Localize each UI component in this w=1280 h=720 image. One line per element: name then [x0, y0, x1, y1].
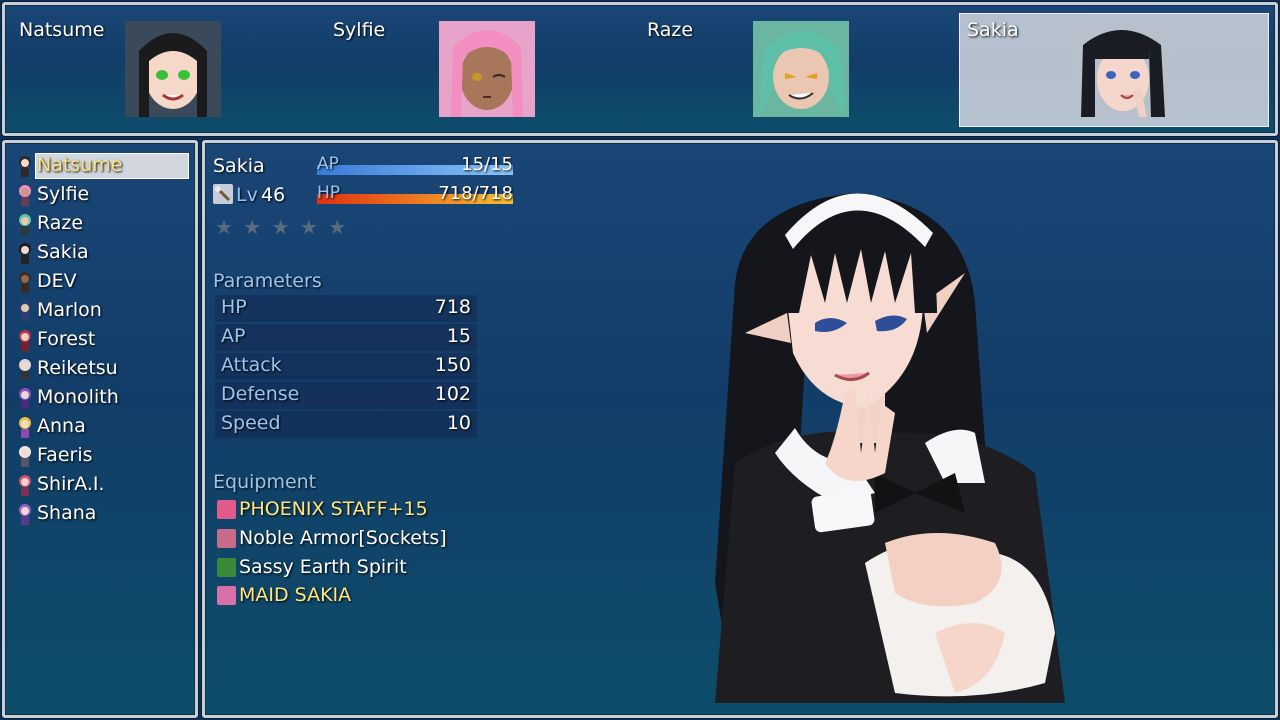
party-slot-sakia[interactable]: Sakia: [959, 13, 1269, 127]
parameters-title: Parameters: [213, 270, 322, 292]
param-value: 102: [434, 383, 471, 405]
param-label: AP: [221, 325, 246, 347]
param-value: 718: [434, 296, 471, 318]
param-value: 10: [446, 412, 471, 434]
face-portrait-sakia: [1073, 21, 1169, 117]
monolith-sprite-icon: [19, 388, 31, 409]
raze-sprite-icon: [19, 214, 31, 235]
ap-label: AP: [317, 154, 339, 174]
equipment-title: Equipment: [213, 471, 317, 493]
faeris-sprite-icon: [19, 446, 31, 467]
party-name: Raze: [647, 19, 694, 41]
party-name: Natsume: [19, 19, 105, 41]
equip-name: Sassy Earth Spirit: [239, 556, 407, 578]
armor-icon: [217, 529, 236, 548]
ap-gauge: AP 15/15: [317, 154, 513, 177]
character-list-window: Natsume Sylfie Raze Sakia DEV Marlon For…: [2, 140, 198, 718]
param-value: 15: [446, 325, 471, 347]
dev-sprite-icon: [19, 272, 31, 293]
character-bust-portrait: [715, 193, 1065, 703]
list-item-forest[interactable]: Forest: [13, 327, 191, 353]
party-slot-natsume[interactable]: Natsume: [11, 13, 321, 127]
list-item-label: Anna: [37, 415, 86, 437]
param-value: 150: [434, 354, 471, 376]
list-item-label: Sylfie: [37, 183, 90, 205]
param-label: Speed: [221, 412, 281, 434]
list-item-sylfie[interactable]: Sylfie: [13, 182, 191, 208]
list-item-label: Monolith: [37, 386, 119, 408]
param-row-hp: HP 718: [215, 295, 477, 322]
list-item-shana[interactable]: Shana: [13, 501, 191, 527]
list-item-label: DEV: [37, 270, 77, 292]
star-icon: ★: [243, 215, 264, 239]
party-name: Sylfie: [333, 19, 386, 41]
status-window: Sakia AP 15/15 Lv 46 HP 718/718 ★ ★ ★ ★ …: [202, 140, 1278, 718]
list-item-label: Marlon: [37, 299, 102, 321]
list-item-natsume[interactable]: Natsume: [13, 153, 191, 179]
star-icon: ★: [328, 215, 349, 239]
forest-sprite-icon: [19, 330, 31, 351]
party-slot-raze[interactable]: Raze: [639, 13, 949, 127]
star-icon: ★: [215, 215, 235, 239]
param-row-attack: Attack 150: [215, 353, 477, 380]
staff-icon: [217, 500, 236, 519]
staff-class-icon: [213, 184, 233, 204]
star-icon: ★: [299, 215, 320, 239]
outfit-icon: [217, 586, 236, 605]
list-item-sakia[interactable]: Sakia: [13, 240, 191, 266]
ap-value: 15/15: [461, 154, 513, 175]
face-portrait-raze: [753, 21, 849, 117]
param-label: HP: [221, 296, 247, 318]
list-item-shirai[interactable]: ShirA.I.: [13, 472, 191, 498]
face-portrait-natsume: [125, 21, 221, 117]
list-item-reiketsu[interactable]: Reiketsu: [13, 356, 191, 382]
list-item-label: Shana: [37, 502, 97, 524]
party-name: Sakia: [967, 19, 1019, 41]
rank-stars: ★ ★ ★ ★ ★: [215, 215, 348, 239]
param-row-speed: Speed 10: [215, 411, 477, 438]
param-row-ap: AP 15: [215, 324, 477, 351]
hp-gauge: HP 718/718: [317, 183, 513, 206]
star-icon: ★: [271, 215, 292, 239]
list-item-label: ShirA.I.: [37, 473, 105, 495]
sakia-sprite-icon: [19, 243, 31, 264]
equip-name: PHOENIX STAFF+15: [239, 498, 428, 520]
list-item-label: Raze: [37, 212, 84, 234]
list-item-label: Faeris: [37, 444, 93, 466]
list-item-faeris[interactable]: Faeris: [13, 443, 191, 469]
party-window: Natsume Sylfie Raze Sakia: [2, 2, 1278, 136]
param-row-defense: Defense 102: [215, 382, 477, 409]
equip-name: MAID SAKIA: [239, 584, 352, 606]
list-item-dev[interactable]: DEV: [13, 269, 191, 295]
list-item-monolith[interactable]: Monolith: [13, 385, 191, 411]
list-item-label: Natsume: [37, 154, 123, 176]
equip-name: Noble Armor[Sockets]: [239, 527, 447, 549]
shana-sprite-icon: [19, 504, 31, 525]
actor-name: Sakia: [213, 155, 265, 177]
param-label: Attack: [221, 354, 282, 376]
hp-label: HP: [317, 183, 341, 203]
level-value: 46: [261, 184, 286, 206]
anna-sprite-icon: [19, 417, 31, 438]
list-item-label: Forest: [37, 328, 96, 350]
param-label: Defense: [221, 383, 300, 405]
list-item-anna[interactable]: Anna: [13, 414, 191, 440]
list-item-marlon[interactable]: Marlon: [13, 298, 191, 324]
marlon-sprite-icon: [19, 301, 31, 322]
level-label: Lv: [236, 184, 258, 206]
party-slot-sylfie[interactable]: Sylfie: [325, 13, 635, 127]
list-item-raze[interactable]: Raze: [13, 211, 191, 237]
hp-value: 718/718: [438, 183, 513, 204]
reiketsu-sprite-icon: [19, 359, 31, 380]
shirai-sprite-icon: [19, 475, 31, 496]
list-item-label: Reiketsu: [37, 357, 118, 379]
natsume-sprite-icon: [19, 156, 31, 177]
spirit-icon: [217, 558, 236, 577]
face-portrait-sylfie: [439, 21, 535, 117]
sylfie-sprite-icon: [19, 185, 31, 206]
list-item-label: Sakia: [37, 241, 89, 263]
